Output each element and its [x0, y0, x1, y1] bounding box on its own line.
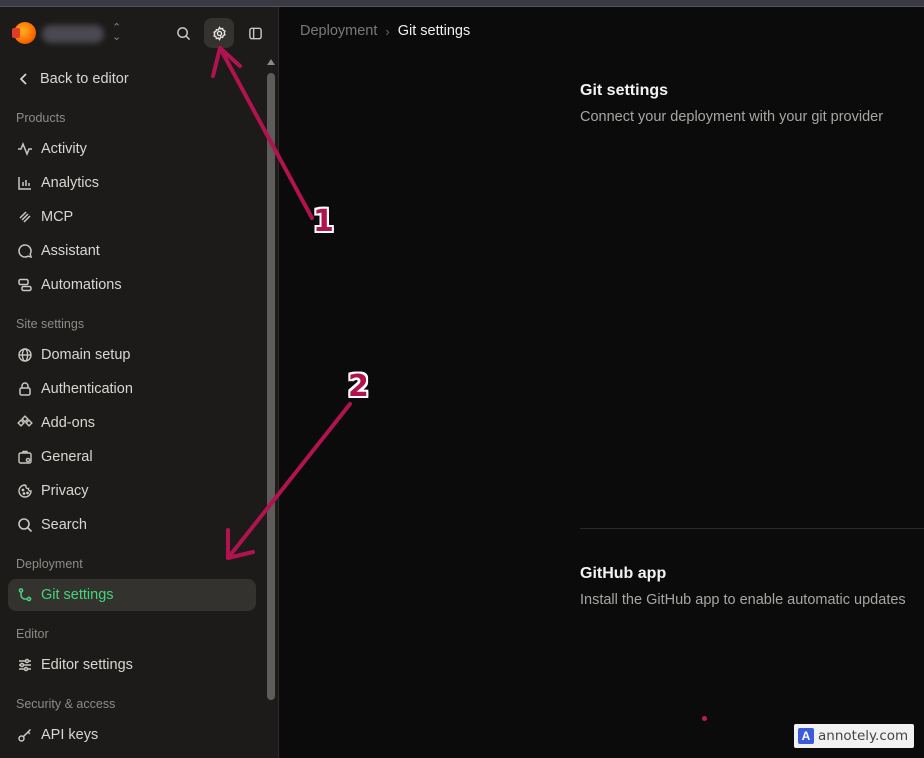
- sidebar-toggle-icon: [248, 27, 262, 39]
- back-to-editor-label: Back to editor: [40, 71, 129, 87]
- cookie-icon: [18, 484, 32, 498]
- bar-chart-icon: [18, 177, 31, 190]
- section-label-products: Products: [16, 111, 66, 125]
- sidebar-scrollbar-thumb[interactable]: [267, 73, 275, 700]
- assistant-icon: [18, 244, 33, 259]
- watermark-text: annotely.com: [818, 728, 909, 744]
- breadcrumb-parent[interactable]: Deployment: [300, 23, 377, 39]
- watermark: A annotely.com: [794, 724, 914, 748]
- sliders-icon: [19, 658, 31, 672]
- add-ons-icon: [17, 415, 33, 427]
- sidebar-item-label: Search: [41, 517, 87, 533]
- github-app-description: Install the GitHub app to enable automat…: [580, 592, 906, 608]
- git-settings-title: Git settings: [580, 82, 669, 99]
- window-top-strip: [0, 0, 924, 7]
- gear-icon: [212, 25, 226, 41]
- section-label-security-access: Security & access: [16, 697, 116, 711]
- sidebar-item-label: Activity: [41, 141, 87, 157]
- sidebar-item-label: Assistant: [41, 243, 100, 259]
- breadcrumb: Deployment › Git settings: [300, 23, 470, 39]
- annotation-number-2: 2: [348, 369, 369, 404]
- mcp-icon: [19, 211, 31, 223]
- github-app-title: GitHub app: [580, 565, 667, 582]
- search-button[interactable]: [168, 18, 198, 48]
- annotely-logo-icon: A: [798, 728, 814, 744]
- globe-icon: [18, 348, 32, 362]
- key-icon: [18, 728, 32, 742]
- sidebar-item-authentication[interactable]: Authentication: [8, 373, 256, 405]
- sidebar-item-label: Authentication: [41, 381, 133, 397]
- sidebar-item-label: General: [41, 449, 93, 465]
- back-to-editor-link[interactable]: Back to editor: [18, 69, 129, 89]
- search-icon: [18, 518, 33, 533]
- sidebar-item-label: Git settings: [41, 587, 114, 603]
- sidebar-item-general[interactable]: General: [8, 441, 256, 473]
- sidebar-item-editor-settings[interactable]: Editor settings: [8, 649, 256, 681]
- chevron-right-icon: ›: [385, 23, 390, 39]
- sidebar-item-git-settings[interactable]: Git settings: [8, 579, 256, 611]
- org-switcher-chevron-icon[interactable]: ⌃ ⌄: [112, 23, 121, 43]
- org-logo[interactable]: [12, 22, 36, 44]
- sidebar-item-api-keys[interactable]: API keys: [8, 719, 256, 751]
- git-settings-description: Connect your deployment with your git pr…: [580, 109, 884, 125]
- section-label-site-settings: Site settings: [16, 317, 85, 331]
- sidebar: ⌃ ⌄ Back to editor Products Activity Anal…: [0, 7, 279, 758]
- org-name-blurred[interactable]: [42, 25, 104, 43]
- chevron-left-icon: [19, 73, 27, 85]
- automations-icon: [18, 278, 32, 292]
- sidebar-item-label: MCP: [41, 209, 74, 225]
- section-label-deployment: Deployment: [16, 557, 83, 571]
- sidebar-item-mcp[interactable]: MCP: [8, 201, 256, 233]
- sidebar-item-add-ons[interactable]: Add-ons: [8, 407, 256, 439]
- sidebar-item-privacy[interactable]: Privacy: [8, 475, 256, 507]
- sidebar-item-label: Analytics: [41, 175, 100, 191]
- sidebar-item-label: API keys: [41, 727, 99, 743]
- sidebar-item-label: Add-ons: [41, 415, 96, 431]
- sidebar-item-assistant[interactable]: Assistant: [8, 235, 256, 267]
- sidebar-item-label: Domain setup: [41, 347, 131, 363]
- annotation-dot: [702, 716, 707, 721]
- git-branch-icon: [18, 588, 32, 602]
- lock-icon: [19, 382, 31, 396]
- main-content: Deployment › Git settings Git settings C…: [280, 7, 924, 758]
- sidebar-item-label: Editor settings: [41, 657, 133, 673]
- sidebar-item-label: Automations: [41, 277, 122, 293]
- breadcrumb-current: Git settings: [397, 23, 471, 39]
- sidebar-item-automations[interactable]: Automations: [8, 269, 256, 301]
- scroll-up-arrow-icon[interactable]: [267, 59, 275, 65]
- settings-button[interactable]: [204, 18, 234, 48]
- sidebar-item-domain-setup[interactable]: Domain setup: [8, 339, 256, 371]
- sidebar-item-search[interactable]: Search: [8, 509, 256, 541]
- sidebar-item-label: Privacy: [41, 483, 89, 499]
- sidebar-item-activity[interactable]: Activity: [8, 133, 256, 165]
- sidebar-item-analytics[interactable]: Analytics: [8, 167, 256, 199]
- section-label-editor: Editor: [16, 627, 49, 641]
- search-icon: [176, 26, 190, 40]
- section-divider: [580, 528, 924, 529]
- activity-icon: [18, 141, 32, 157]
- general-icon: [18, 450, 32, 464]
- annotation-number-1: 1: [313, 204, 334, 239]
- toggle-sidebar-button[interactable]: [240, 18, 270, 48]
